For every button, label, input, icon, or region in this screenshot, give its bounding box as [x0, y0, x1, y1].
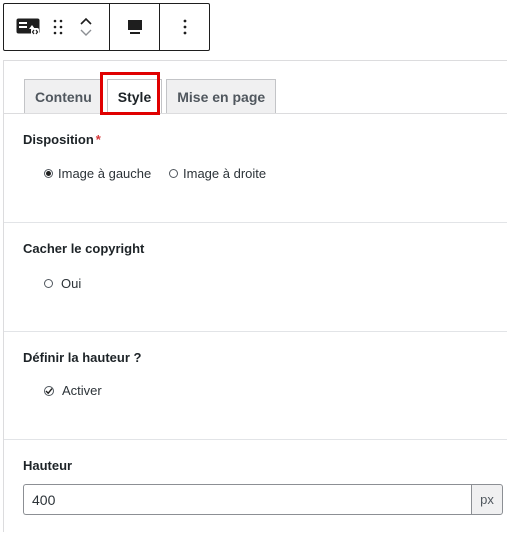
block-settings-panel: Contenu Style Mise en page Disposition * … — [3, 60, 507, 532]
settings-tabs: Contenu Style Mise en page — [24, 79, 277, 114]
radio-image-gauche[interactable]: Image à gauche — [44, 166, 151, 181]
align-top-icon — [127, 20, 142, 34]
toolbar-group-block — [4, 4, 110, 50]
chevron-down-icon[interactable] — [79, 27, 93, 39]
checkbox-activer[interactable]: Activer — [44, 383, 102, 398]
radio-image-droite[interactable]: Image à droite — [169, 166, 266, 181]
hauteur-input[interactable] — [23, 484, 471, 515]
radio-oui[interactable]: Oui — [44, 276, 81, 291]
disposition-label-text: Disposition — [23, 132, 94, 147]
unit-suffix: px — [471, 484, 503, 515]
copyright-label: Cacher le copyright — [23, 241, 145, 256]
more-options-button[interactable] — [182, 19, 188, 35]
toolbar-group-more — [160, 4, 209, 50]
tab-style[interactable]: Style — [106, 79, 163, 114]
tab-mise-en-page[interactable]: Mise en page — [166, 79, 277, 114]
hauteur-input-group: px — [23, 484, 503, 515]
checkbox-activer-label: Activer — [62, 383, 102, 398]
tab-contenu[interactable]: Contenu — [24, 79, 103, 114]
drag-handle-icon — [53, 19, 63, 35]
section-copyright: Cacher le copyright Oui — [4, 222, 507, 331]
move-buttons — [74, 7, 98, 47]
radio-image-droite-label: Image à droite — [183, 166, 267, 181]
section-hauteur-toggle: Définir la hauteur ? Activer — [4, 331, 507, 439]
radio-selected-icon[interactable] — [44, 169, 53, 178]
align-button[interactable] — [127, 19, 143, 35]
hauteur-toggle-label: Définir la hauteur ? — [23, 350, 142, 365]
hauteur-label: Hauteur — [23, 458, 73, 473]
toolbar-group-align — [110, 4, 160, 50]
more-vertical-icon — [183, 19, 186, 35]
radio-oui-label: Oui — [61, 276, 82, 291]
radio-unselected-icon[interactable] — [169, 169, 178, 178]
radio-image-gauche-label: Image à gauche — [58, 166, 152, 181]
block-type-button[interactable] — [14, 13, 42, 41]
required-mark: * — [95, 132, 101, 147]
section-disposition: Disposition * Image à gauche Image à droi… — [4, 114, 507, 222]
image-block-icon — [16, 18, 40, 36]
disposition-label: Disposition * — [23, 132, 101, 147]
chevron-up-icon[interactable] — [79, 15, 93, 27]
drag-handle-button[interactable] — [42, 13, 74, 41]
checkmark-icon[interactable] — [44, 385, 54, 396]
block-toolbar — [3, 3, 210, 51]
radio-unselected-icon[interactable] — [44, 279, 53, 288]
